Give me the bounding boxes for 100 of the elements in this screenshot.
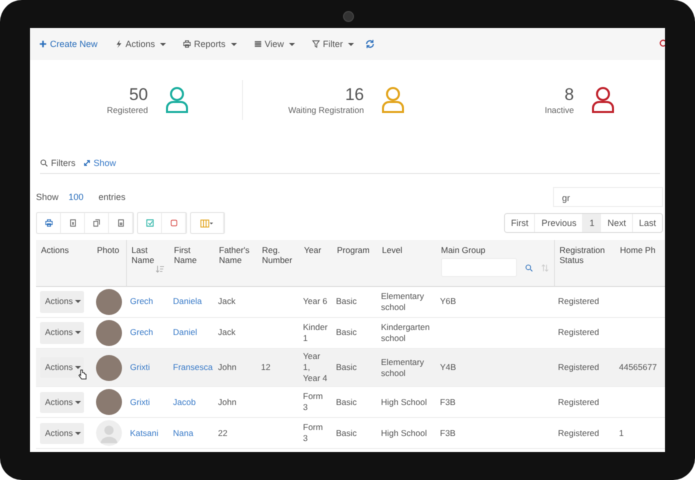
photo-placeholder [96,354,122,381]
actions-dropdown-button[interactable]: Actions [40,322,84,344]
table-cell: Form 3 [303,391,323,412]
table-cell: 22 [218,428,228,438]
table-cell: Elementary school [381,290,424,312]
first-name-link[interactable]: Nana [173,428,194,438]
stat-value: 16 [345,85,364,105]
document-icon [116,219,124,227]
last-name-link[interactable]: Grech [130,296,154,306]
table-cell: F3B [440,428,456,438]
last-name-link[interactable]: Katsani [130,428,158,438]
pagination-button[interactable]: Last [632,214,662,232]
pagination-button[interactable]: Next [601,214,633,232]
actions-dropdown-button[interactable]: Actions [40,291,84,313]
table-cell: John [218,396,236,407]
table-cell: Registered [558,362,600,372]
first-name-link[interactable]: Jacob [173,396,196,407]
search-field[interactable]: gr [553,187,663,207]
filters-label: Filters [51,158,76,168]
first-name-link[interactable]: Daniela [173,296,202,306]
table-cell: Jack [218,296,236,306]
table-cell: Basic [336,327,357,338]
hand-cursor-icon [78,369,87,380]
table-cell: Elementary school [381,356,424,378]
actions-dropdown-button[interactable]: Actions [40,392,84,413]
plus-icon [39,40,47,48]
toolbar-button[interactable]: Actions [114,39,166,49]
stat-value: 50 [129,85,148,105]
table-cell: High School [381,428,427,438]
table-cell: 1 [619,428,624,438]
search-icon [40,159,48,167]
filter-icon [312,40,320,48]
avatar-silhouette [96,420,122,446]
last-name-link[interactable]: Grixti [130,362,150,372]
table-cell: Registered [558,396,600,407]
entries-label: entries [98,192,126,202]
table-cell: John [218,362,236,372]
table-cell: High School [381,396,427,407]
columns-icon [200,218,214,228]
printer-icon [44,219,52,227]
photo-placeholder [96,320,122,346]
table-cell: Basic [336,396,357,407]
camera-icon [343,11,354,22]
column-header: Reg. Number [262,245,292,265]
table-cell: Y4B [440,362,456,372]
actions-dropdown-button[interactable]: Actions [40,422,84,444]
table-cell: Kinder 1 [303,322,328,343]
column-header: Last Name [132,245,154,265]
photo-placeholder [96,389,122,416]
column-header: Main Group [441,245,486,255]
table-cell: F3B [440,396,456,407]
column-header: Home Ph [620,245,656,255]
column-header: Registration Status [560,245,605,265]
stat-label: Registered [106,105,148,115]
table-cell: Jack [218,327,236,338]
show-filters-link[interactable]: Show [94,158,116,168]
copy-icon [92,219,100,227]
table-cell: Form 3 [303,422,323,444]
table-cell: Basic [336,362,357,372]
toolbar-button[interactable]: Reports [183,39,237,49]
table-cell: 44565677 [619,362,657,372]
column-header: Level [382,245,402,255]
table-cell: Registered [558,428,600,438]
last-name-link[interactable]: Grech [130,327,154,338]
expand-icon [82,159,90,167]
search-icon[interactable] [524,264,532,272]
last-name-link[interactable]: Grixti [130,396,150,407]
first-name-link[interactable]: Daniel [173,327,198,338]
column-header: Program [337,245,370,255]
checkbox-icon [146,219,154,227]
toolbar-button[interactable]: Filter [312,39,354,49]
entries-select[interactable]: 100 [68,192,84,202]
table-cell: Registered [558,327,600,338]
column-header: Father's Name [219,245,250,265]
table-cell: Y6B [440,296,456,306]
stat-value: 8 [564,85,574,105]
table-cell: Basic [336,428,357,438]
column-header: Year [304,245,322,255]
table-cell: Year 1, Year 4 [303,351,328,384]
table-cell: Basic [336,296,357,306]
toolbar-button[interactable]: Create New [39,39,98,49]
document-icon [68,219,76,227]
toolbar-button[interactable]: View [254,39,295,49]
table-cell: Kindergarten school [381,322,430,343]
bolt-icon [114,40,123,48]
square-icon [170,219,178,227]
table-cell: Year 6 [303,296,328,306]
list-icon [254,40,262,48]
table-cell: Registered [558,296,600,306]
entries-label: Show [36,192,59,202]
stat-label: Inactive [544,105,574,115]
refresh-icon[interactable] [364,39,375,49]
actions-dropdown-button[interactable]: Actions [40,357,84,378]
photo-placeholder [96,289,122,315]
table-cell: 12 [261,362,270,372]
pagination-button[interactable]: 1 [583,214,602,232]
pagination-button[interactable]: First [504,214,536,232]
column-header: Actions [41,245,69,255]
column-header: Photo [97,245,120,255]
printer-icon [183,40,192,48]
